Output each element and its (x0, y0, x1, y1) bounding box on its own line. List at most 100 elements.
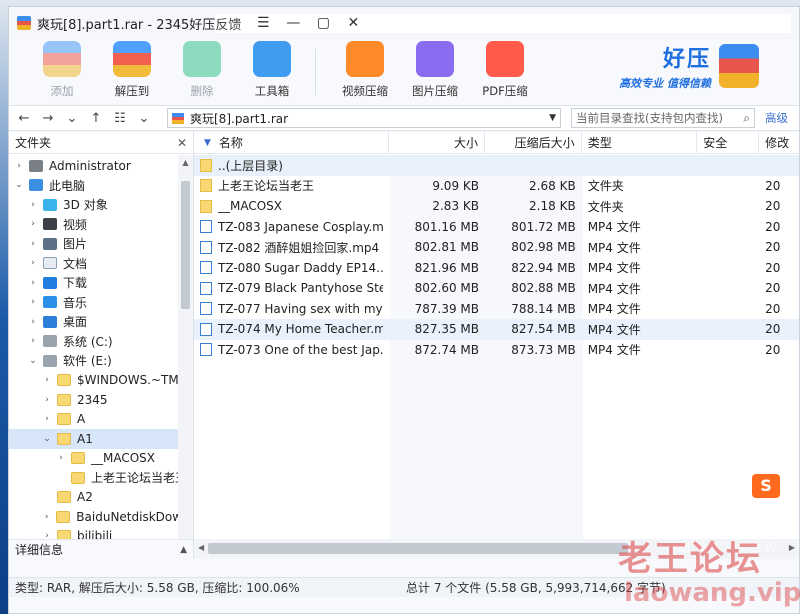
column-size[interactable]: 大小 (389, 132, 485, 154)
back-arrow-icon[interactable]: ← (17, 111, 31, 126)
scroll-up-icon[interactable]: ▲ (178, 158, 193, 167)
expanded-chevron-icon[interactable]: ⌄ (27, 356, 39, 366)
collapsed-chevron-icon[interactable]: › (27, 317, 39, 327)
column-compressed[interactable]: 压缩后大小 (485, 132, 582, 154)
collapsed-chevron-icon[interactable]: › (41, 512, 52, 522)
file-row[interactable]: 上老王论坛当老王 9.09 KB 2.68 KB 文件夹 20 (194, 176, 799, 197)
scroll-right-icon[interactable]: ▶ (789, 543, 795, 552)
close-panel-icon[interactable]: ✕ (177, 136, 187, 150)
pdf-compress-button[interactable]: PDF压缩 (470, 41, 540, 99)
collapsed-chevron-icon[interactable]: › (41, 375, 53, 385)
collapsed-chevron-icon[interactable]: › (27, 200, 39, 210)
close-button[interactable]: ✕ (345, 15, 361, 31)
minimize-button[interactable]: — (285, 15, 301, 31)
image-compress-button[interactable]: 图片压缩 (400, 41, 470, 99)
details-toggle[interactable]: 详细信息 ▲ (9, 539, 193, 559)
forward-arrow-icon[interactable]: → (41, 111, 55, 126)
file-name-cell: __MACOSX (194, 199, 389, 213)
folder-tree-item[interactable]: ⌄ 软件 (E:) (9, 351, 193, 371)
search-input[interactable]: 当前目录查找(支持包内查找) ⌕ (571, 108, 755, 128)
folder-tree-item[interactable]: › 文档 (9, 254, 193, 274)
file-name: 上老王论坛当老王 (218, 179, 315, 194)
search-icon[interactable]: ⌕ (743, 111, 750, 126)
folder-tree-item[interactable]: › 2345 (9, 390, 193, 410)
file-row[interactable]: TZ-080 Sugar Daddy EP14.... 821.96 MB 822.… (194, 258, 799, 279)
folder-tree-item[interactable]: › 3D 对象 (9, 195, 193, 215)
column-modified[interactable]: 修改 (759, 132, 799, 154)
expand-up-icon[interactable]: ▲ (180, 545, 187, 555)
video-compress-button[interactable]: 视频压缩 (330, 41, 400, 99)
folder-tree-item[interactable]: A2 (9, 488, 193, 508)
maximize-button[interactable]: ▢ (315, 15, 331, 31)
image-compress-icon (416, 41, 454, 77)
path-dropdown-icon[interactable]: ▼ (549, 113, 556, 123)
toolbar-divider (315, 49, 316, 95)
toolbox-button[interactable]: 工具箱 (237, 41, 307, 99)
scroll-thumb[interactable] (181, 181, 190, 309)
folder-tree-item[interactable]: › Administrator (9, 156, 193, 176)
history-chevron-icon[interactable]: ⌄ (65, 111, 79, 126)
folder-tree-item[interactable]: › BaiduNetdiskDownl (9, 507, 193, 527)
folder-tree-scrollbar[interactable]: ▲ ▼ (178, 155, 193, 559)
collapsed-chevron-icon[interactable]: › (27, 297, 39, 307)
collapsed-chevron-icon[interactable]: › (27, 239, 39, 249)
column-security[interactable]: 安全 (697, 132, 760, 154)
scroll-left-icon[interactable]: ◀ (198, 543, 204, 552)
collapsed-chevron-icon[interactable]: › (55, 453, 67, 463)
view-chevron-icon[interactable]: ⌄ (137, 111, 151, 126)
path-input[interactable]: 爽玩[8].part1.rar ▼ (167, 108, 561, 128)
folder-tree-item[interactable]: 上老王论坛当老王 (9, 468, 193, 488)
folder-tree-item[interactable]: ⌄ A1 (9, 429, 193, 449)
column-name[interactable]: ▼ 名称 (194, 132, 390, 154)
file-row[interactable]: TZ-082 酒醉姐姐捡回家.mp4 * 802.81 MB 802.98 MB MP… (194, 237, 799, 258)
column-type[interactable]: 类型 (582, 132, 698, 154)
file-row[interactable]: TZ-083 Japanese Cosplay.m... 801.16 MB 801… (194, 217, 799, 238)
add-button[interactable]: 添加 (27, 41, 97, 99)
collapsed-chevron-icon[interactable]: › (13, 161, 25, 171)
collapsed-chevron-icon[interactable]: › (27, 219, 39, 229)
folder-tree-item[interactable]: › A (9, 410, 193, 430)
search-placeholder: 当前目录查找(支持包内查找) (576, 111, 723, 125)
view-mode-icon[interactable]: ☷ (113, 111, 127, 126)
file-row[interactable]: TZ-073 One of the best Jap... 872.74 MB 87… (194, 340, 799, 361)
column-type-label: 类型 (587, 136, 612, 150)
folder-tree-item[interactable]: › 系统 (C:) (9, 332, 193, 352)
folder-tree-item[interactable]: › 桌面 (9, 312, 193, 332)
collapsed-chevron-icon[interactable]: › (41, 414, 53, 424)
menu-icon[interactable]: ☰ (255, 15, 271, 31)
expanded-chevron-icon[interactable]: ⌄ (41, 434, 53, 444)
up-arrow-icon[interactable]: ↑ (89, 111, 103, 126)
file-row[interactable]: TZ-074 My Home Teacher.m... 827.35 MB 827.… (194, 319, 799, 340)
file-name-cell: TZ-077 Having sex with my f... (194, 302, 389, 316)
folder-icon (200, 199, 212, 213)
file-row[interactable]: TZ-079 Black Pantyhose Ste... 802.60 MB 80… (194, 278, 799, 299)
folder-tree-item[interactable]: › 视频 (9, 215, 193, 235)
horizontal-scroll-thumb[interactable] (208, 543, 628, 554)
file-row[interactable]: TZ-077 Having sex with my f... 787.39 MB 7… (194, 299, 799, 320)
sort-down-icon: ▼ (204, 137, 211, 148)
collapsed-chevron-icon[interactable]: › (41, 395, 53, 405)
folder-tree-item[interactable]: › __MACOSX (9, 449, 193, 469)
collapsed-chevron-icon[interactable]: › (27, 336, 39, 346)
folder-tree-item[interactable]: › $WINDOWS.~TMP (9, 371, 193, 391)
collapsed-chevron-icon[interactable]: › (27, 258, 39, 268)
file-size-cell: 802.81 MB (414, 240, 479, 255)
folder-tree-item[interactable]: ⌄ 此电脑 (9, 176, 193, 196)
folder-tree-item[interactable]: › 下载 (9, 273, 193, 293)
ime-logo-icon[interactable]: S (752, 474, 780, 498)
expanded-chevron-icon[interactable]: ⌄ (13, 180, 25, 190)
folder-panel: 文件夹 ✕ › Administrator ⌄ 此电脑 › 3D 对象 › 视频 › 图片 › 文档 ›… (9, 132, 194, 559)
parent-directory-row[interactable]: ..(上层目录) (194, 155, 799, 176)
folder-icon (71, 471, 85, 484)
folder-tree-item[interactable]: › 图片 (9, 234, 193, 254)
folder-tree-item[interactable]: › 音乐 (9, 293, 193, 313)
collapsed-chevron-icon[interactable]: › (27, 278, 39, 288)
folder-tree-label: 上老王论坛当老王 (91, 471, 188, 486)
advanced-search-link[interactable]: 高级 (765, 110, 788, 126)
feedback-link[interactable]: 反馈 (215, 14, 241, 33)
file-row[interactable]: __MACOSX 2.83 KB 2.18 KB 文件夹 20 (194, 196, 799, 217)
extract-to-button[interactable]: 解压到 (97, 41, 167, 99)
column-name-label: 名称 (218, 136, 243, 150)
delete-button[interactable]: 删除 (167, 41, 237, 99)
ime-mode-label[interactable]: 中 (784, 479, 796, 496)
